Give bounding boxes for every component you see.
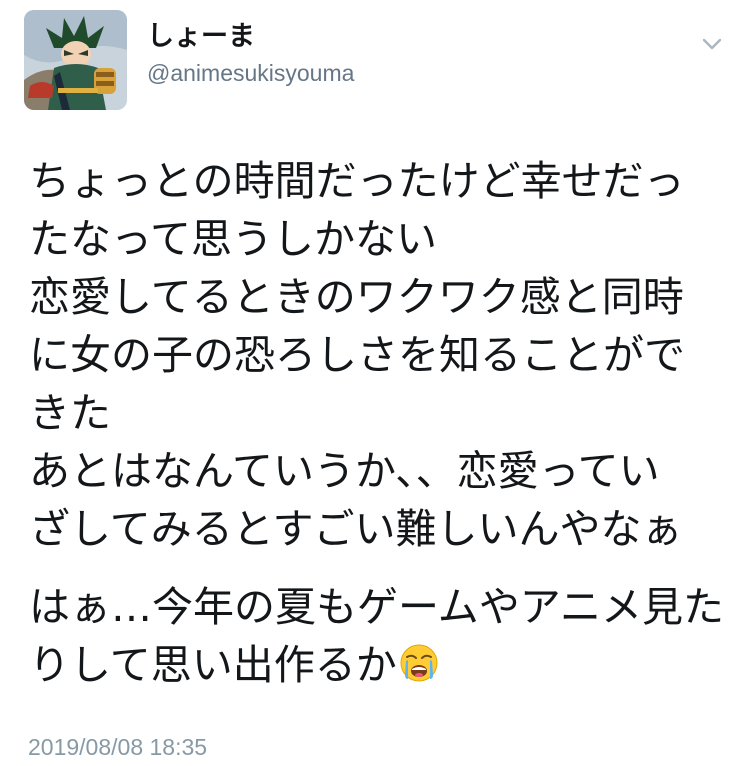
tweet-line: きた	[29, 389, 111, 437]
tweet-text: ちょっとの時間だったけど幸せだっ たなって思うしかない 恋愛してるときのワクワク…	[29, 152, 729, 694]
user-handle[interactable]: @animesukisyouma	[147, 58, 354, 88]
tweet-line-with-emoji: りして思い出作るか	[29, 636, 729, 694]
tweet-line: に女の子の恐ろしさを知ることがで	[29, 331, 685, 379]
anime-character-avatar-icon	[24, 10, 127, 110]
tweet-header: しょーま @animesukisyouma	[24, 10, 726, 110]
tweet-line-text: りして思い出作るか	[29, 641, 397, 689]
display-name[interactable]: しょーま	[147, 20, 354, 54]
tweet-line: ざしてみるとすごい難しいんやなぁ	[29, 505, 683, 553]
chevron-down-icon	[702, 38, 722, 50]
author-names: しょーま @animesukisyouma	[147, 20, 354, 88]
tweet-line: あとはなんていうか、、恋愛ってい	[29, 447, 660, 495]
tweet-line: たなって思うしかない	[29, 215, 437, 263]
tweet-line: はぁ…今年の夏もゲームやアニメ見た	[29, 583, 724, 631]
tweet-line: 恋愛してるときのワクワク感と同時	[29, 273, 684, 321]
loudly-crying-face-icon	[399, 640, 439, 682]
tweet-line: ちょっとの時間だったけど幸せだっ	[29, 157, 685, 205]
avatar[interactable]	[24, 10, 127, 110]
tweet-menu-button[interactable]	[700, 34, 724, 54]
tweet-timestamp[interactable]: 2019/08/08 18:35	[28, 732, 207, 762]
